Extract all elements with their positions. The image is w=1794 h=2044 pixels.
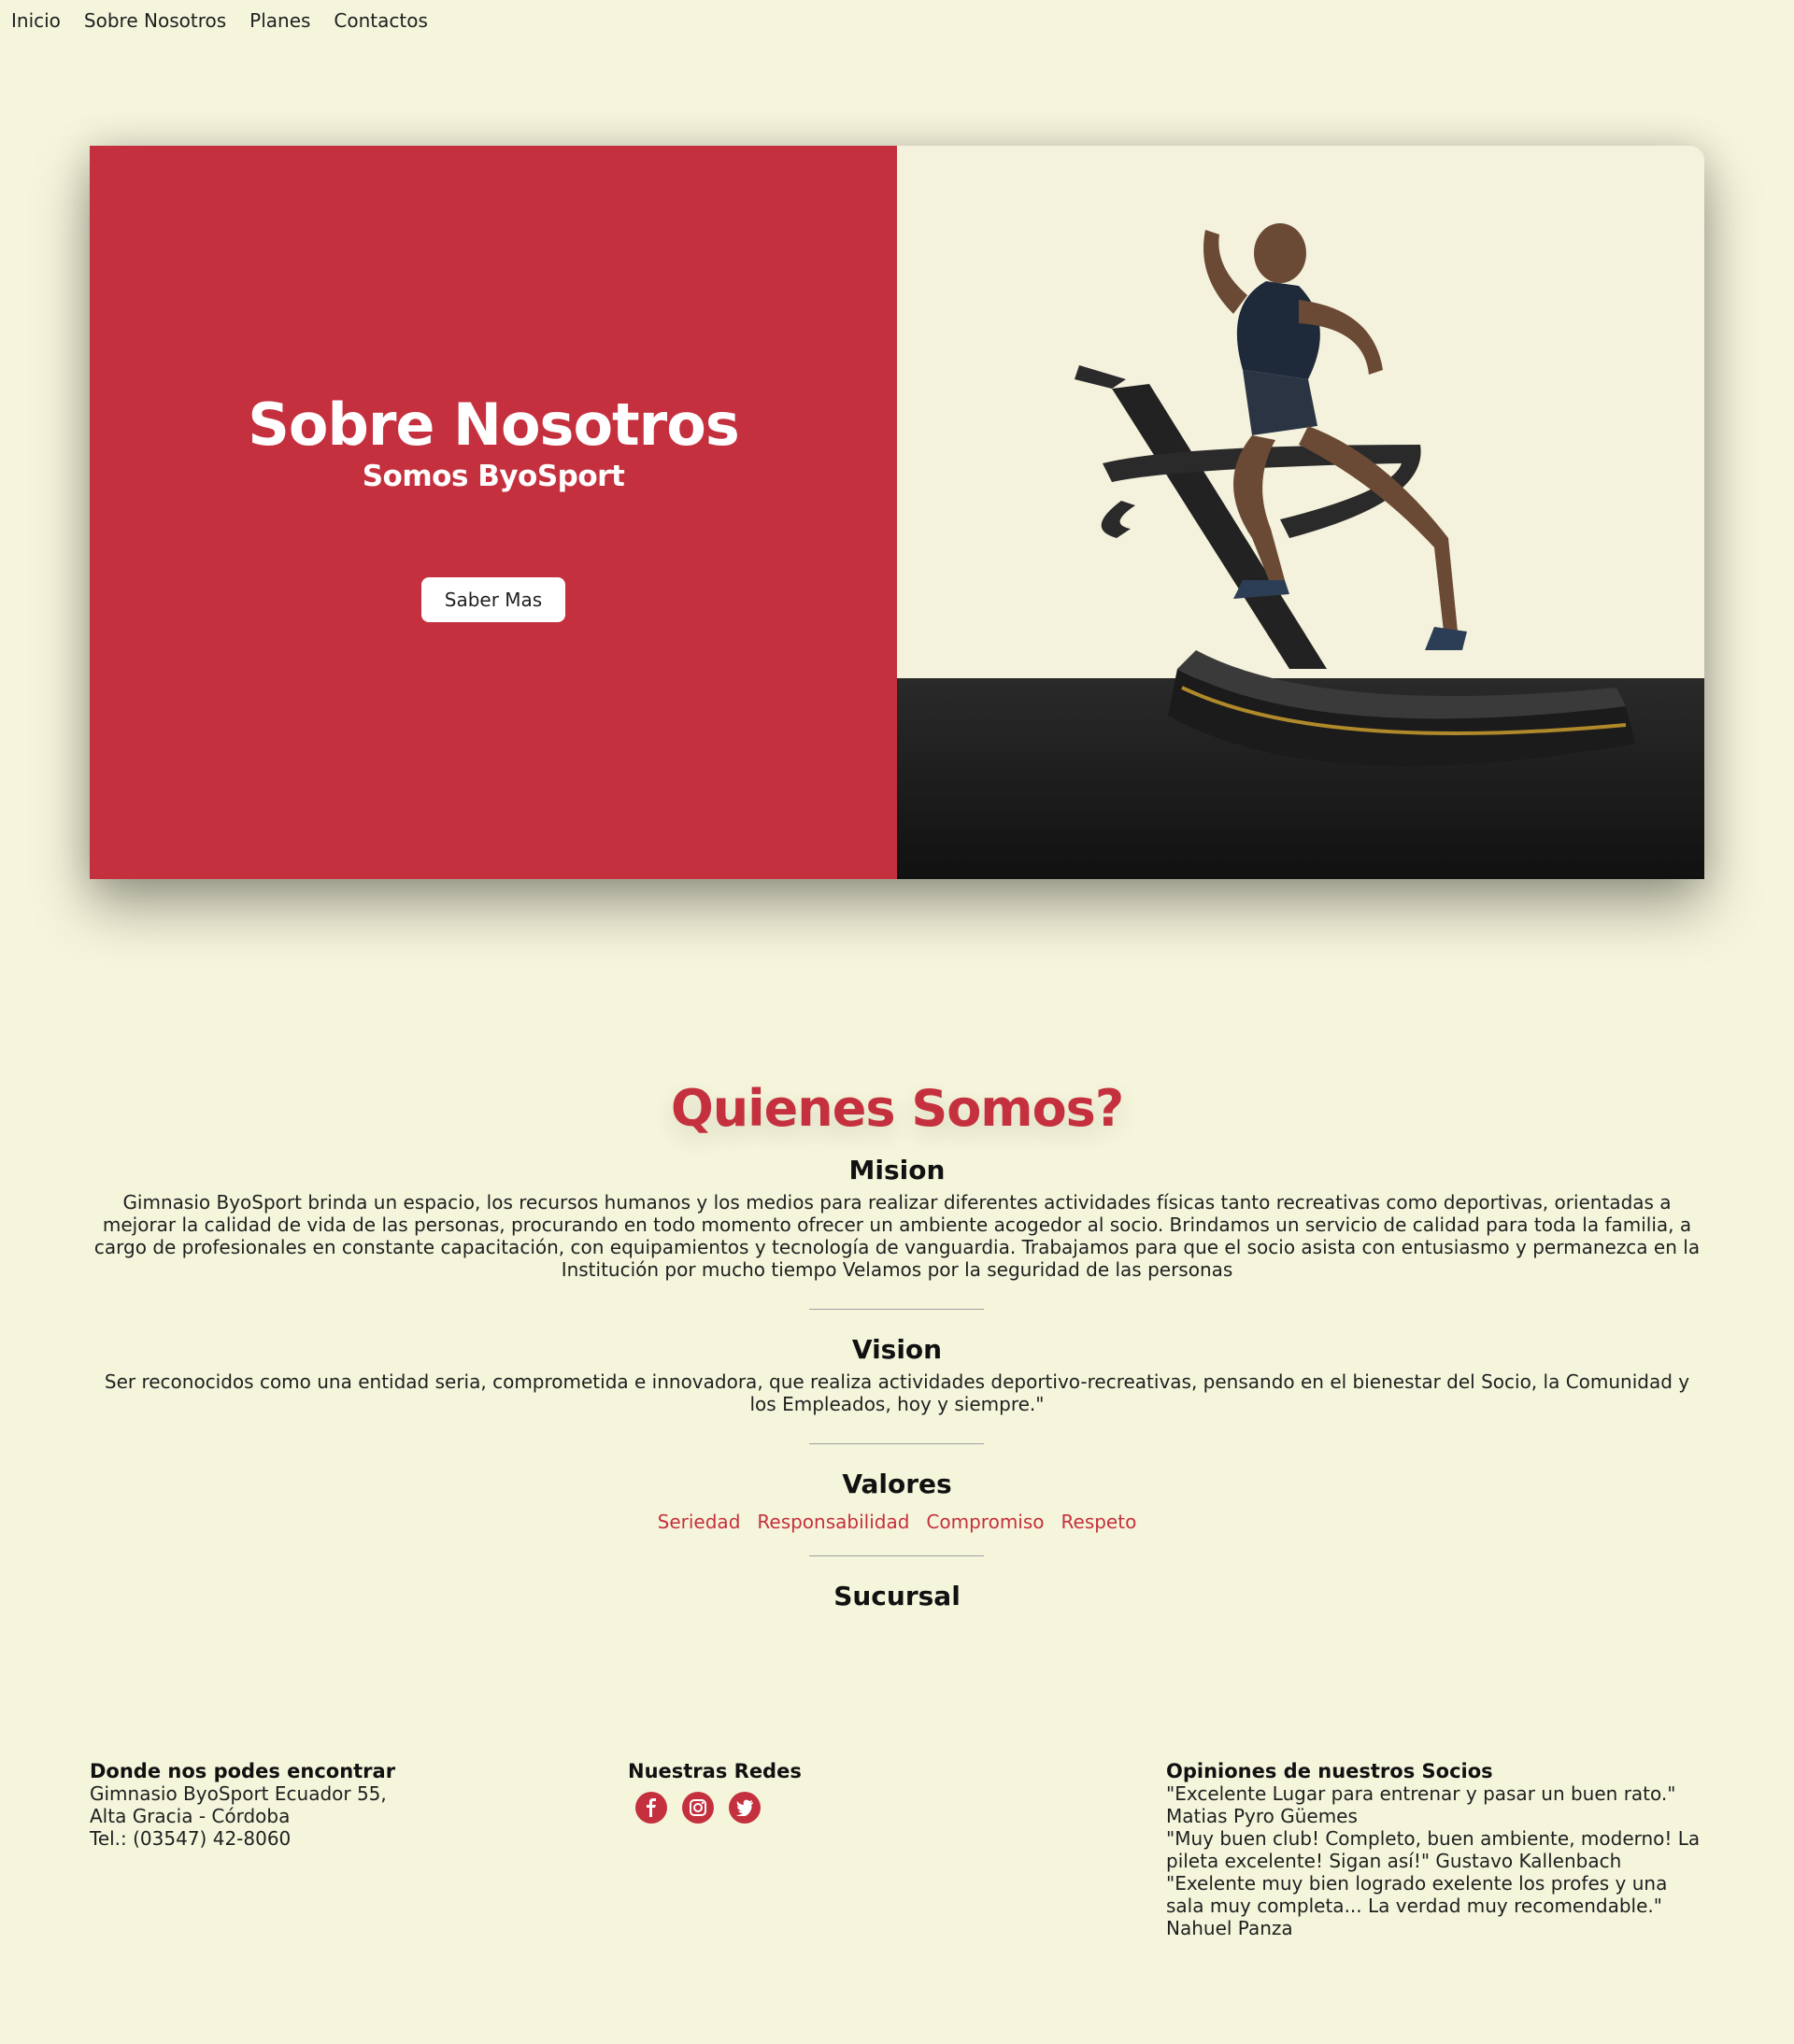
footer-social: Nuestras Redes <box>628 1760 1020 1824</box>
hero-text-panel: Sobre Nosotros Somos ByoSport Saber Mas <box>90 146 897 879</box>
runner-on-treadmill-illustration <box>1075 223 1635 766</box>
footer-location-heading: Donde nos podes encontrar <box>90 1760 396 1782</box>
hero-image <box>897 146 1704 879</box>
nav-item-planes[interactable]: Planes <box>249 9 310 32</box>
mision-text: Gimnasio ByoSport brinda un espacio, los… <box>93 1191 1701 1281</box>
valor-seriedad[interactable]: Seriedad <box>658 1511 741 1533</box>
sucursal-block: Sucursal <box>90 1581 1704 1611</box>
valor-compromiso[interactable]: Compromiso <box>926 1511 1044 1533</box>
divider <box>809 1443 984 1444</box>
vision-heading: Vision <box>851 1334 943 1365</box>
nav-item-inicio[interactable]: Inicio <box>11 9 61 32</box>
vision-text: Ser reconocidos como una entidad seria, … <box>104 1370 1690 1415</box>
vision-block: Vision Ser reconocidos como una entidad … <box>90 1334 1704 1415</box>
valores-block: Valores Seriedad Responsabilidad Comprom… <box>90 1469 1704 1533</box>
top-nav: Inicio Sobre Nosotros Planes Contactos <box>11 9 428 32</box>
opinion-item: "Muy buen club! Completo, buen ambiente,… <box>1166 1827 1701 1872</box>
valores-list: Seriedad Responsabilidad Compromiso Resp… <box>90 1511 1704 1533</box>
valor-respeto[interactable]: Respeto <box>1061 1511 1137 1533</box>
hero-subtitle: Somos ByoSport <box>362 460 625 493</box>
nav-item-sobre-nosotros[interactable]: Sobre Nosotros <box>84 9 226 32</box>
valor-responsabilidad[interactable]: Responsabilidad <box>757 1511 909 1533</box>
mision-heading: Mision <box>848 1155 946 1185</box>
sucursal-heading: Sucursal <box>833 1581 961 1611</box>
instagram-icon[interactable] <box>682 1792 714 1824</box>
mision-block: Mision Gimnasio ByoSport brinda un espac… <box>90 1155 1704 1281</box>
footer-opinions: Opiniones de nuestros Socios "Excelente … <box>1166 1760 1708 1939</box>
opinion-item: "Excelente Lugar para entrenar y pasar u… <box>1166 1782 1676 1827</box>
opinion-item: "Exelente muy bien logrado exelente los … <box>1166 1872 1668 1939</box>
social-links <box>628 1792 1020 1824</box>
footer-social-heading: Nuestras Redes <box>628 1760 802 1782</box>
hero-title: Sobre Nosotros <box>248 390 740 459</box>
footer-location: Donde nos podes encontrar Gimnasio ByoSp… <box>90 1760 482 1850</box>
footer-opinions-heading: Opiniones de nuestros Socios <box>1166 1760 1493 1782</box>
address-line: Gimnasio ByoSport Ecuador 55, <box>90 1782 387 1805</box>
hero-card: Sobre Nosotros Somos ByoSport Saber Mas <box>90 146 1704 879</box>
divider <box>809 1555 984 1556</box>
nav-item-contactos[interactable]: Contactos <box>334 9 427 32</box>
twitter-icon[interactable] <box>729 1792 761 1824</box>
quienes-somos-title: Quienes Somos? <box>670 1078 1124 1138</box>
valores-heading: Valores <box>842 1469 952 1499</box>
city-line: Alta Gracia - Córdoba <box>90 1805 291 1827</box>
facebook-icon[interactable] <box>635 1792 667 1824</box>
divider <box>809 1309 984 1310</box>
saber-mas-button[interactable]: Saber Mas <box>421 577 565 622</box>
phone-line: Tel.: (03547) 42-8060 <box>90 1827 292 1850</box>
